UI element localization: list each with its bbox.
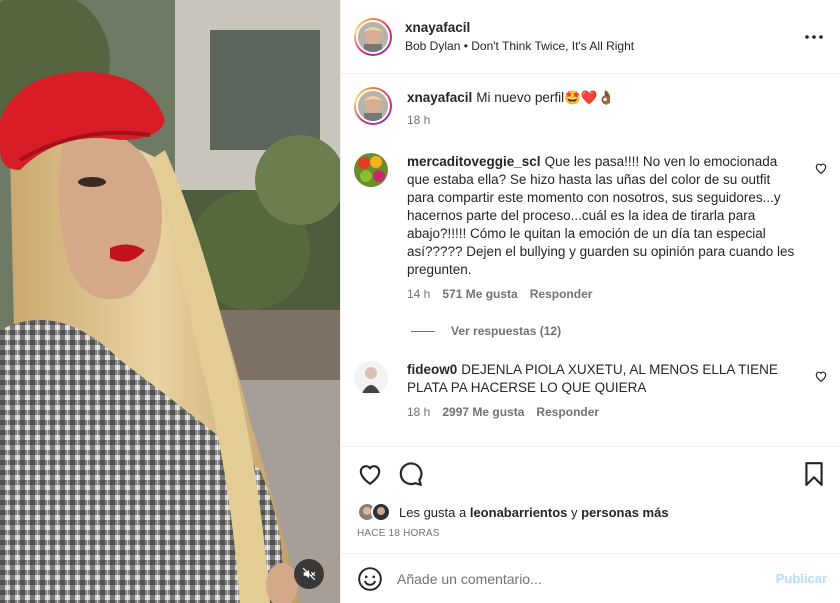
view-replies-label: Ver respuestas (12) <box>451 324 562 338</box>
likes-others[interactable]: personas más <box>581 505 668 520</box>
author-avatar[interactable] <box>354 17 392 56</box>
liker-username[interactable]: leonabarrientos <box>470 505 568 520</box>
comment-text: Que les pasa!!!! No ven lo emocionada qu… <box>407 154 795 277</box>
post-time-ago[interactable]: HACE 18 HORAS <box>357 528 440 539</box>
comments-list[interactable]: xnayafacil Mi nuevo perfil🤩❤️👌🏾 18 h mer… <box>341 75 840 445</box>
commenter-avatar[interactable] <box>354 361 388 395</box>
caption-username[interactable]: xnayafacil <box>407 90 472 105</box>
author-username[interactable]: xnayafacil <box>405 20 802 35</box>
comment-likes[interactable]: 2997 Me gusta <box>442 405 524 419</box>
post-photo <box>0 0 340 603</box>
more-horizontal-icon <box>805 34 823 39</box>
view-replies-button[interactable]: Ver respuestas (12) <box>411 324 561 338</box>
comment-likes[interactable]: 571 Me gusta <box>442 287 517 301</box>
avatar-image <box>358 91 388 121</box>
post-header: xnayafacil Bob Dylan • Don't Think Twice… <box>341 0 840 74</box>
comment-bubble-icon[interactable] <box>397 461 423 487</box>
caption-row: xnayafacil Mi nuevo perfil🤩❤️👌🏾 18 h <box>354 87 828 127</box>
comment-text: DEJENLA PIOLA XUXETU, AL MENOS ELLA TIEN… <box>407 362 778 395</box>
comment-time[interactable]: 14 h <box>407 287 430 301</box>
reply-button[interactable]: Responder <box>530 287 593 301</box>
emoji-smile-icon[interactable] <box>357 566 383 592</box>
avatar-image <box>358 21 388 52</box>
likers-avatars <box>357 502 391 522</box>
comment-input[interactable] <box>397 570 776 587</box>
comment-time[interactable]: 18 h <box>407 405 430 419</box>
commenter-avatar[interactable] <box>354 153 388 187</box>
publish-button[interactable]: Publicar <box>776 571 827 586</box>
more-options-button[interactable] <box>802 25 826 49</box>
bookmark-icon[interactable] <box>801 461 827 487</box>
comment-item: mercaditoveggie_scl Que les pasa!!!! No v… <box>354 153 828 301</box>
comment-item: fideow0 DEJENLA PIOLA XUXETU, AL MENOS EL… <box>354 361 828 419</box>
post-media[interactable] <box>0 0 340 603</box>
caption-time[interactable]: 18 h <box>407 113 430 127</box>
likes-prefix: Les gusta a <box>399 504 467 520</box>
heart-icon[interactable] <box>357 461 383 487</box>
caption-emojis: 🤩❤️👌🏾 <box>564 90 615 105</box>
audio-track[interactable]: Bob Dylan • Don't Think Twice, It's All … <box>405 39 802 53</box>
caption-text: Mi nuevo perfil <box>476 90 565 105</box>
commenter-username[interactable]: fideow0 <box>407 362 457 377</box>
caption-avatar[interactable] <box>354 87 392 125</box>
likes-summary[interactable]: Les gusta a leonabarrientos y personas m… <box>357 502 669 522</box>
comment-composer: Publicar <box>341 553 840 603</box>
post-side-panel: xnayafacil Bob Dylan • Don't Think Twice… <box>340 0 840 603</box>
comment-like-heart-icon[interactable] <box>814 369 828 383</box>
comment-like-heart-icon[interactable] <box>814 161 828 175</box>
likes-joiner: y <box>571 504 578 520</box>
reply-button[interactable]: Responder <box>536 405 599 419</box>
avatar-image <box>354 153 388 187</box>
avatar-image <box>354 361 388 395</box>
commenter-username[interactable]: mercaditoveggie_scl <box>407 154 541 169</box>
mute-button[interactable] <box>294 559 324 589</box>
post-actions <box>341 446 840 498</box>
liker-avatar <box>371 502 391 522</box>
speaker-muted-icon <box>302 567 316 581</box>
